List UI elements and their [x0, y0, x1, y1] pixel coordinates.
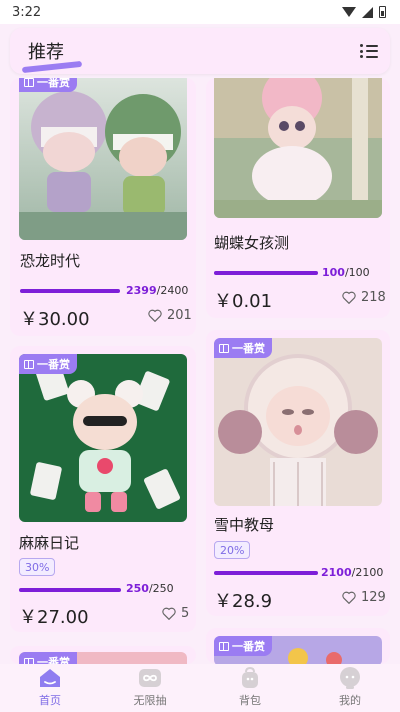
product-card-partial-left[interactable]: 一番赏: [10, 646, 196, 664]
product-card-partial-right[interactable]: 一番赏: [206, 628, 390, 664]
product-price: ￥0.01: [214, 291, 273, 312]
percent-tag: 30%: [19, 558, 56, 576]
gift-icon: [219, 641, 229, 651]
product-image: [19, 354, 187, 522]
product-name: 雪中教母: [214, 516, 275, 534]
progress-fill: [214, 571, 318, 575]
progress-bar: [20, 289, 120, 293]
like-button[interactable]: 5: [162, 606, 189, 621]
product-name: 麻麻日记: [19, 534, 80, 552]
battery-icon: [379, 6, 386, 18]
page-title: 推荐: [28, 42, 64, 63]
progress-fill: [214, 271, 318, 275]
product-name: 恐龙时代: [20, 252, 81, 270]
progress-text: 250/250: [126, 582, 174, 595]
signal-icon: [362, 6, 373, 18]
progress-fill: [19, 588, 121, 592]
ichiban-badge: 一番赏: [19, 354, 77, 374]
gift-icon: [24, 78, 34, 87]
product-image: [19, 78, 187, 240]
percent-tag: 20%: [214, 541, 251, 559]
product-card-dinosaur[interactable]: 一番赏 恐龙时代 2399/2400 ￥30.00 201: [10, 78, 196, 336]
infinity-icon: [139, 669, 161, 687]
progress-fill: [20, 289, 120, 293]
nav-label: 首页: [39, 694, 61, 707]
ichiban-badge: 一番赏: [19, 78, 77, 92]
progress-text: 100/100: [322, 266, 370, 279]
top-header: 推荐: [10, 28, 390, 74]
nav-home[interactable]: 首页: [10, 666, 90, 708]
ichiban-badge: 一番赏: [214, 338, 272, 358]
nav-backpack[interactable]: 背包: [210, 666, 290, 708]
product-image: [214, 78, 382, 218]
ichiban-badge: 一番赏: [214, 636, 272, 656]
product-card-butterfly[interactable]: 蝴蝶女孩测 100/100 ￥0.01 218: [206, 78, 390, 318]
wifi-icon: [342, 7, 356, 17]
nav-label: 我的: [339, 694, 361, 707]
gift-icon: [24, 359, 34, 369]
heart-icon: [342, 291, 356, 304]
product-price: ￥28.9: [214, 591, 273, 612]
product-card-snow-godmother[interactable]: 一番赏 雪中教母 20% 2100/2100 ￥28.9 129: [206, 330, 390, 616]
gift-icon: [24, 657, 34, 664]
nav-label: 无限抽: [133, 694, 167, 707]
bottom-nav: 首页 无限抽 背包 我的: [0, 664, 400, 712]
status-icons: [342, 6, 386, 18]
home-icon: [40, 669, 60, 687]
progress-bar: [19, 588, 121, 592]
product-name: 蝴蝶女孩测: [214, 234, 290, 252]
status-time: 3:22: [12, 4, 42, 20]
like-button[interactable]: 218: [342, 290, 386, 305]
nav-profile[interactable]: 我的: [310, 666, 390, 708]
gift-icon: [219, 343, 229, 353]
product-card-mama-diary[interactable]: 一番赏 麻麻日记 30% 250/250 ￥27.00 5: [10, 346, 196, 632]
progress-text: 2100/2100: [321, 566, 384, 579]
status-bar: 3:22: [0, 0, 400, 24]
progress-text: 2399/2400: [126, 284, 189, 297]
ichiban-badge: 一番赏: [19, 652, 77, 664]
nav-label: 背包: [239, 694, 261, 707]
title-wrap: 推荐: [21, 38, 83, 74]
product-price: ￥30.00: [20, 309, 90, 330]
heart-icon: [162, 607, 176, 620]
heart-icon: [342, 591, 356, 604]
like-button[interactable]: 129: [342, 590, 386, 605]
nav-unlimited-draw[interactable]: 无限抽: [110, 666, 190, 708]
list-menu-icon[interactable]: [360, 44, 378, 58]
like-button[interactable]: 201: [148, 308, 192, 323]
product-price: ￥27.00: [19, 607, 89, 628]
progress-bar: [214, 271, 318, 275]
heart-icon: [148, 309, 162, 322]
profile-icon: [340, 667, 360, 689]
backpack-icon: [242, 666, 258, 688]
product-image: [214, 338, 382, 506]
progress-bar: [214, 571, 318, 575]
